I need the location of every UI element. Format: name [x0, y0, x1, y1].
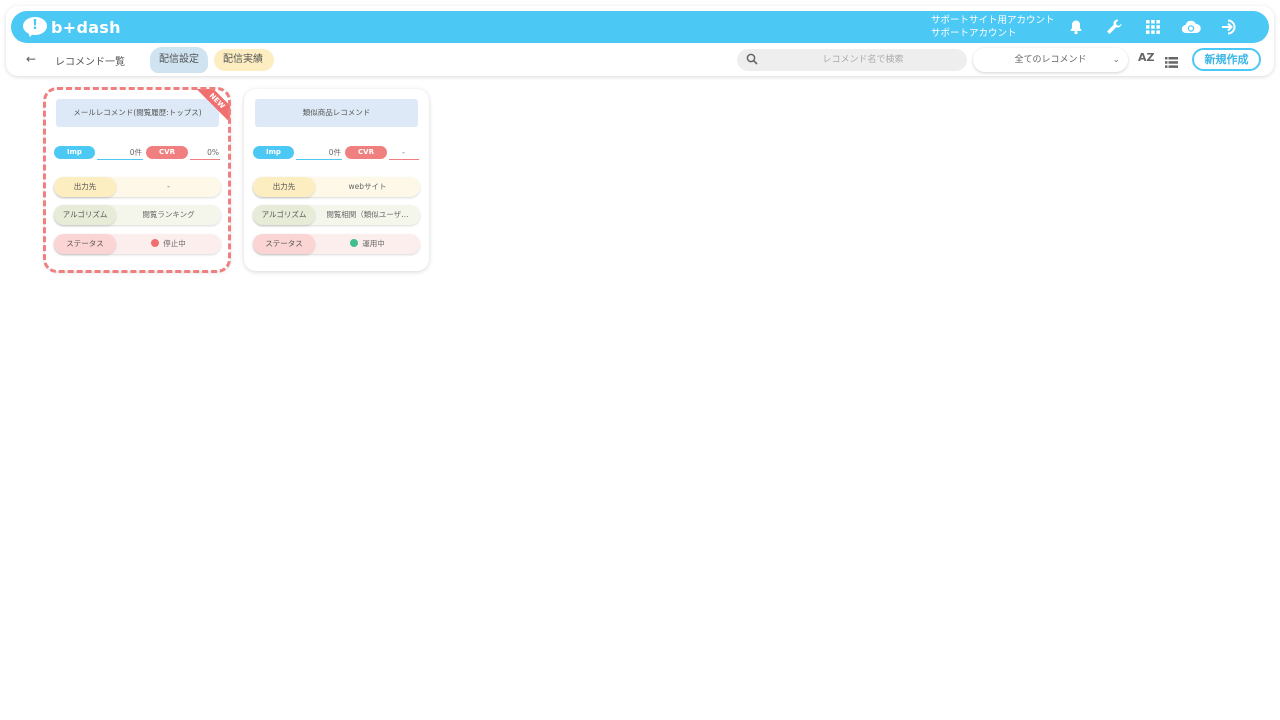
search-icon	[746, 53, 758, 68]
output-value: webサイト	[348, 182, 387, 191]
search-box	[737, 49, 967, 71]
sort-az-icon[interactable]: AZ	[1138, 51, 1155, 64]
cvr-label: CVR	[345, 146, 387, 159]
card-title[interactable]: 類似商品レコメンド	[255, 99, 418, 127]
account-line-2: サポートアカウント	[931, 28, 1017, 39]
imp-label: Imp	[54, 146, 95, 159]
output-row: 出力先 webサイト	[253, 177, 420, 197]
status-row: ステータス 停止中	[54, 234, 221, 254]
logo-bubble-icon: !	[23, 17, 49, 39]
search-input[interactable]	[763, 49, 963, 71]
output-row: 出力先 -	[54, 177, 221, 197]
recommend-filter-select[interactable]: 全てのレコメンド ⌄	[973, 48, 1128, 72]
output-label: 出力先	[54, 177, 116, 197]
cvr-value: -	[389, 145, 419, 160]
status-value: 運用中	[362, 239, 385, 248]
play-icon	[350, 239, 359, 247]
output-value: -	[167, 182, 170, 191]
imp-label: Imp	[253, 146, 294, 159]
create-new-button[interactable]: 新規作成	[1192, 48, 1261, 71]
brand-name: b+dash	[51, 17, 121, 37]
status-row: ステータス 運用中	[253, 234, 420, 254]
recommend-card[interactable]: 類似商品レコメンド Imp 0件 CVR - 出力先 webサイト アルゴリズム…	[244, 89, 429, 271]
wrench-icon[interactable]	[1103, 16, 1125, 38]
status-value-wrap: 運用中	[315, 234, 420, 254]
status-value: 停止中	[163, 239, 186, 248]
imp-value: 0件	[296, 145, 342, 160]
output-label: 出力先	[253, 177, 315, 197]
algorithm-value: 閲覧相関（類似ユーザ…	[326, 210, 409, 219]
algorithm-label: アルゴリズム	[54, 205, 116, 225]
metrics-row: Imp 0件 CVR -	[253, 145, 420, 161]
back-arrow-icon[interactable]: ←	[26, 52, 36, 66]
cvr-label: CVR	[146, 146, 188, 159]
bell-icon[interactable]	[1065, 16, 1087, 38]
brand-logo[interactable]: ! b+dash	[23, 17, 121, 39]
tab-delivery-settings[interactable]: 配信設定	[150, 47, 208, 73]
metrics-row: Imp 0件 CVR 0%	[54, 145, 221, 161]
new-badge-label: NEW	[197, 89, 230, 122]
cvr-value: 0%	[190, 145, 220, 160]
algorithm-row: アルゴリズム 閲覧相関（類似ユーザ…	[253, 205, 420, 225]
pause-icon	[151, 239, 160, 247]
new-badge: NEW	[197, 89, 230, 122]
recommend-card[interactable]: メールレコメンド(閲覧履歴:トップス) NEW Imp 0件 CVR 0% 出力…	[45, 89, 230, 271]
account-line-1: サポートサイト用アカウント	[931, 15, 1055, 26]
account-info[interactable]: サポートサイト用アカウント サポートアカウント	[931, 14, 1055, 40]
grid-icon[interactable]	[1142, 16, 1164, 38]
cloud-sync-icon[interactable]	[1180, 16, 1202, 38]
algorithm-value: 閲覧ランキング	[142, 210, 195, 219]
algorithm-row: アルゴリズム 閲覧ランキング	[54, 205, 221, 225]
status-label: ステータス	[253, 234, 315, 254]
algorithm-label: アルゴリズム	[253, 205, 315, 225]
imp-value: 0件	[97, 145, 143, 160]
list-view-icon[interactable]	[1165, 53, 1178, 72]
status-label: ステータス	[54, 234, 116, 254]
breadcrumb: レコメンド一覧	[55, 57, 125, 68]
filter-selected-value: 全てのレコメンド	[1014, 55, 1087, 65]
top-bar: ! b+dash サポートサイト用アカウント サポートアカウント	[11, 11, 1269, 43]
card-title[interactable]: メールレコメンド(閲覧履歴:トップス)	[56, 99, 219, 127]
tab-delivery-results[interactable]: 配信実績	[214, 49, 274, 71]
chevron-down-icon: ⌄	[1112, 55, 1120, 65]
sub-toolbar: ← レコメンド一覧 配信設定 配信実績 全てのレコメンド ⌄ AZ 新規作成	[0, 43, 1280, 75]
status-value-wrap: 停止中	[116, 234, 221, 254]
logout-icon[interactable]	[1219, 16, 1241, 38]
